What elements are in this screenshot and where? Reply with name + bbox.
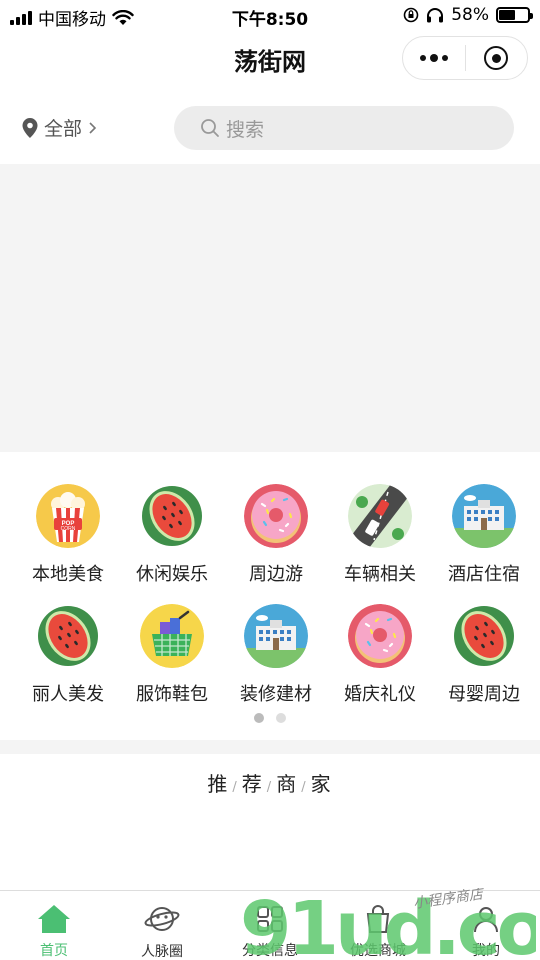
search-placeholder: 搜索 bbox=[226, 118, 265, 141]
recommended-merchants-title: 推 / 荐 / 商 / 家 bbox=[0, 768, 540, 797]
category-item[interactable]: 母婴周边 bbox=[433, 604, 535, 724]
tab-label: 我的 bbox=[472, 943, 500, 959]
rotation-lock-icon bbox=[403, 7, 419, 23]
category-label: 周边游 bbox=[249, 564, 303, 585]
tab-network[interactable]: 人脉圈 bbox=[108, 891, 216, 960]
headphones-icon bbox=[427, 8, 444, 23]
status-bar: 中国移动 下午8:50 58% bbox=[0, 0, 540, 32]
category-label: 母婴周边 bbox=[448, 684, 520, 705]
category-item[interactable]: 丽人美发 bbox=[17, 604, 119, 724]
tab-home[interactable]: 首页 bbox=[0, 891, 108, 960]
popcorn-icon: POP CORN bbox=[36, 484, 100, 548]
target-icon bbox=[484, 46, 509, 70]
category-label: 丽人美发 bbox=[32, 684, 104, 705]
category-item[interactable]: 周边游 bbox=[225, 484, 327, 604]
more-button[interactable] bbox=[403, 37, 465, 79]
category-label: 装修建材 bbox=[240, 684, 312, 705]
category-grid: POP CORN 本地美食 休闲娱乐 周边游 车辆相关 酒店住宿 丽人美发 服饰… bbox=[0, 484, 540, 724]
title-separator: / bbox=[266, 780, 274, 795]
user-icon bbox=[468, 903, 504, 934]
close-button[interactable] bbox=[466, 37, 528, 79]
category-label: 本地美食 bbox=[32, 564, 104, 585]
home-icon bbox=[36, 903, 72, 934]
section-title-char: 家 bbox=[310, 772, 333, 796]
battery-icon bbox=[496, 7, 533, 23]
mini-program-capsule bbox=[402, 36, 528, 80]
search-icon bbox=[201, 119, 219, 137]
tab-label: 人脉圈 bbox=[141, 944, 183, 960]
category-grid-icon bbox=[252, 903, 288, 934]
category-item[interactable]: 休闲娱乐 bbox=[121, 484, 223, 604]
category-item[interactable]: 婚庆礼仪 bbox=[329, 604, 431, 724]
location-label: 全部 bbox=[44, 118, 83, 140]
basket-icon bbox=[140, 604, 204, 668]
shopping-bag-icon bbox=[360, 903, 396, 934]
chevron-right-icon bbox=[89, 121, 97, 134]
car-road-icon bbox=[348, 484, 412, 548]
tab-label: 首页 bbox=[40, 943, 68, 959]
donut-icon bbox=[348, 604, 412, 668]
category-label: 酒店住宿 bbox=[448, 564, 520, 585]
category-item[interactable]: 服饰鞋包 bbox=[121, 604, 223, 724]
planet-icon bbox=[144, 903, 180, 935]
category-label: 休闲娱乐 bbox=[136, 564, 208, 585]
search-input[interactable]: 搜索 bbox=[174, 106, 514, 150]
category-item[interactable]: POP CORN 本地美食 bbox=[17, 484, 119, 604]
category-item[interactable]: 车辆相关 bbox=[329, 484, 431, 604]
category-item[interactable]: 酒店住宿 bbox=[433, 484, 535, 604]
tab-mall[interactable]: 优选商城 bbox=[324, 891, 432, 960]
grid-pager bbox=[0, 713, 540, 723]
building-icon bbox=[452, 484, 516, 548]
location-pin-icon bbox=[22, 117, 38, 138]
pager-dot[interactable] bbox=[276, 713, 286, 723]
battery-percent: 58% bbox=[451, 5, 489, 25]
category-label: 车辆相关 bbox=[344, 564, 416, 585]
category-label: 婚庆礼仪 bbox=[344, 684, 416, 705]
title-separator: / bbox=[301, 780, 308, 795]
title-separator: / bbox=[232, 780, 239, 795]
watermelon-icon bbox=[140, 484, 204, 548]
bottom-tab-bar: 首页 人脉圈 分类信息 优选商城 我的 bbox=[0, 890, 540, 960]
location-selector[interactable]: 全部 bbox=[22, 114, 97, 141]
section-divider bbox=[0, 740, 540, 754]
banner-carousel[interactable] bbox=[0, 164, 540, 452]
svg-text:CORN: CORN bbox=[61, 526, 76, 532]
section-title-char: 荐 bbox=[241, 772, 264, 796]
building-icon bbox=[244, 604, 308, 668]
tab-profile[interactable]: 我的 bbox=[432, 891, 540, 960]
section-title-char: 商 bbox=[276, 772, 299, 796]
watermelon-icon bbox=[36, 604, 100, 668]
pager-dot-active[interactable] bbox=[254, 713, 264, 723]
status-right: 58% bbox=[403, 5, 533, 25]
tab-label: 优选商城 bbox=[350, 943, 406, 959]
category-row-1: POP CORN 本地美食 休闲娱乐 周边游 车辆相关 酒店住宿 bbox=[0, 484, 540, 604]
category-row-2: 丽人美发 服饰鞋包 装修建材 婚庆礼仪 母婴周边 bbox=[0, 604, 540, 724]
category-label: 服饰鞋包 bbox=[136, 684, 208, 705]
tab-label: 分类信息 bbox=[242, 943, 298, 959]
donut-icon bbox=[244, 484, 308, 548]
tab-categories[interactable]: 分类信息 bbox=[216, 891, 324, 960]
battery-fill bbox=[499, 10, 516, 20]
watermelon-icon bbox=[452, 604, 516, 668]
category-item[interactable]: 装修建材 bbox=[225, 604, 327, 724]
more-dots-icon bbox=[419, 54, 448, 62]
section-title-char: 推 bbox=[207, 772, 230, 796]
